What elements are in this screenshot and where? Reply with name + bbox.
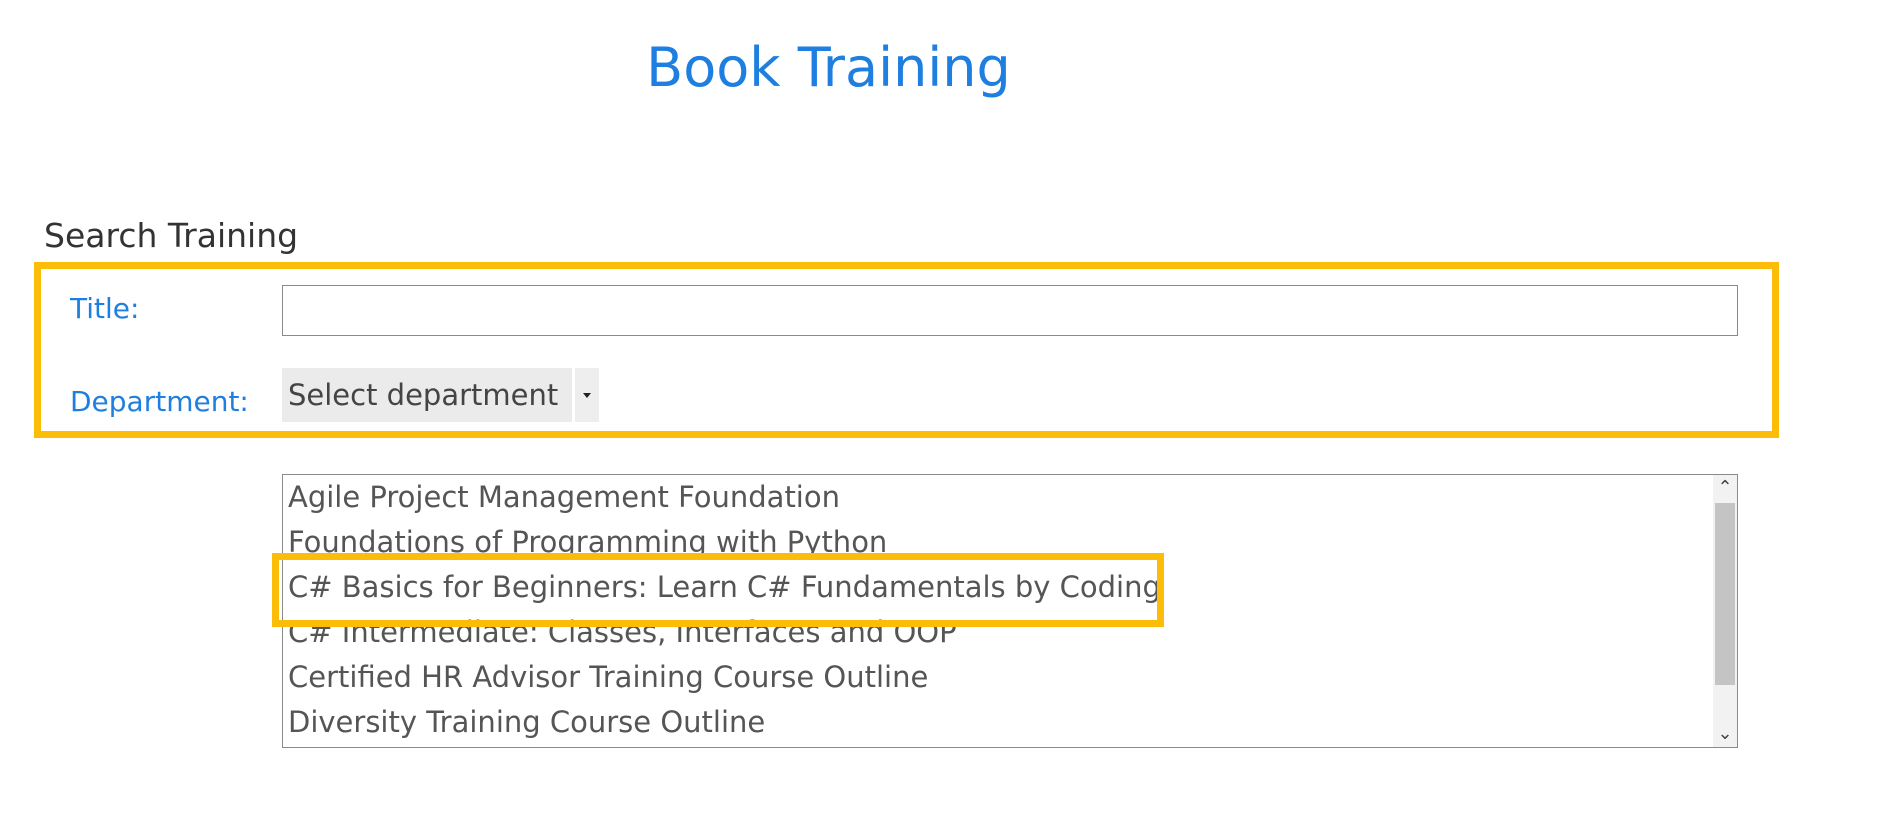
list-item[interactable]: Agile Project Management Foundation (283, 475, 1713, 520)
department-select[interactable]: Select department (282, 368, 599, 422)
course-listbox[interactable]: Agile Project Management Foundation Foun… (282, 474, 1738, 748)
title-input[interactable] (282, 285, 1738, 336)
list-item[interactable]: Certified HR Advisor Training Course Out… (283, 655, 1713, 700)
search-training-heading: Search Training (44, 216, 299, 255)
title-label: Title: (70, 292, 140, 325)
page-title: Book Training (646, 36, 1011, 99)
department-label: Department: (70, 385, 249, 418)
list-item[interactable]: C# Basics for Beginners: Learn C# Fundam… (283, 565, 1713, 610)
scrollbar-thumb[interactable] (1715, 503, 1735, 685)
department-selected-value: Select department (282, 368, 572, 422)
course-list-scrollbar[interactable]: ⌃ ⌄ (1713, 475, 1737, 747)
list-item[interactable]: Foundations of Programming with Python (283, 520, 1713, 565)
list-item[interactable]: C# Intermediate: Classes, Interfaces and… (283, 610, 1713, 655)
book-training-page: Book Training Search Training Title: Dep… (0, 0, 1887, 833)
list-item[interactable]: Diversity Training Course Outline (283, 700, 1713, 745)
caret-down-icon[interactable] (572, 368, 599, 422)
chevron-down-icon[interactable]: ⌄ (1713, 721, 1737, 747)
course-list: Agile Project Management Foundation Foun… (283, 475, 1713, 747)
chevron-up-icon[interactable]: ⌃ (1713, 475, 1737, 501)
